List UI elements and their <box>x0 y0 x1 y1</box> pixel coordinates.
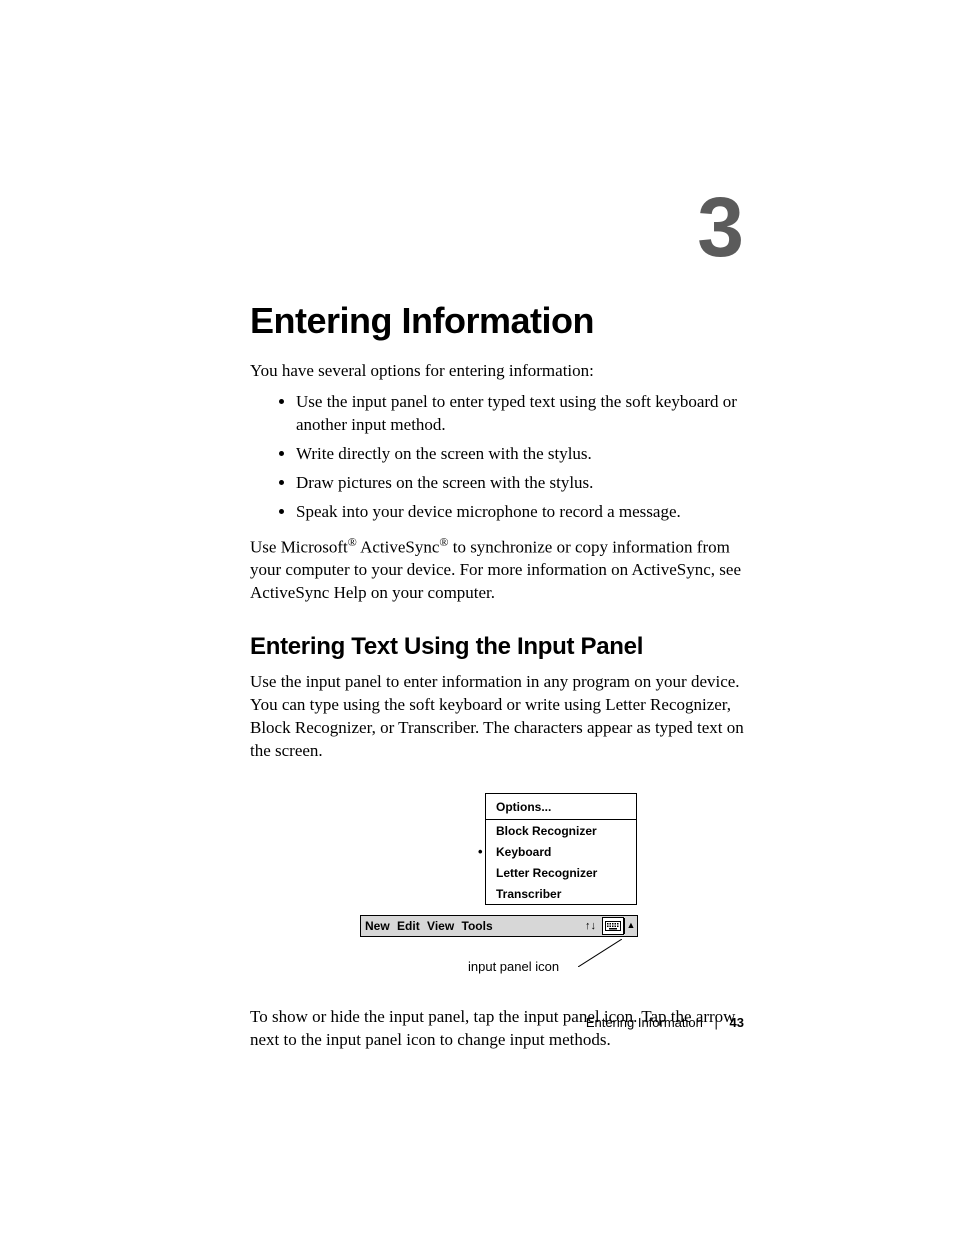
keyboard-icon <box>605 921 621 931</box>
document-page: 3 Entering Information You have several … <box>0 0 954 1235</box>
footer-section-name: Entering Information <box>586 1015 703 1030</box>
app-toolbar: New Edit View Tools ↑↓ ▲ <box>360 915 638 937</box>
menu-item-transcriber[interactable]: Transcriber <box>486 883 636 904</box>
input-method-popup: Options... Block Recognizer Keyboard Let… <box>485 793 637 905</box>
section-body: Use the input panel to enter information… <box>250 671 744 763</box>
input-panel-figure: Options... Block Recognizer Keyboard Let… <box>360 793 640 978</box>
callout-label: input panel icon <box>468 959 559 974</box>
callout-leader-line <box>578 939 622 967</box>
intro-text: You have several options for entering in… <box>250 360 744 383</box>
list-item: Use the input panel to enter typed text … <box>296 391 744 437</box>
page-number: 43 <box>730 1015 744 1030</box>
registered-mark-icon: ® <box>348 535 357 549</box>
menu-view[interactable]: View <box>427 919 454 933</box>
text-fragment: Use Microsoft <box>250 537 348 556</box>
list-item: Draw pictures on the screen with the sty… <box>296 472 744 495</box>
section-heading: Entering Text Using the Input Panel <box>250 633 744 661</box>
menu-item-letter-recognizer[interactable]: Letter Recognizer <box>486 862 636 883</box>
page-footer: Entering Information | 43 <box>586 1015 744 1030</box>
list-item: Write directly on the screen with the st… <box>296 443 744 466</box>
input-panel-arrow-button[interactable]: ▲ <box>624 918 637 934</box>
content-column: Entering Information You have several op… <box>250 300 744 1060</box>
menu-edit[interactable]: Edit <box>397 919 420 933</box>
activesync-text: Use Microsoft® ActiveSync® to synchroniz… <box>250 534 744 605</box>
page-title: Entering Information <box>250 300 744 342</box>
up-down-icon[interactable]: ↑↓ <box>585 920 602 932</box>
list-item: Speak into your device microphone to rec… <box>296 501 744 524</box>
footer-separator-icon: | <box>715 1015 718 1030</box>
menu-item-options[interactable]: Options... <box>486 794 636 820</box>
menu-tools[interactable]: Tools <box>462 919 493 933</box>
menu-new[interactable]: New <box>365 919 390 933</box>
toolbar-menus: New Edit View Tools <box>361 919 585 933</box>
chapter-number: 3 <box>697 185 744 269</box>
options-list: Use the input panel to enter typed text … <box>250 391 744 524</box>
input-panel-button[interactable] <box>602 917 624 935</box>
menu-item-keyboard[interactable]: Keyboard <box>486 841 636 862</box>
menu-item-block-recognizer[interactable]: Block Recognizer <box>486 820 636 841</box>
text-fragment: ActiveSync <box>357 537 440 556</box>
